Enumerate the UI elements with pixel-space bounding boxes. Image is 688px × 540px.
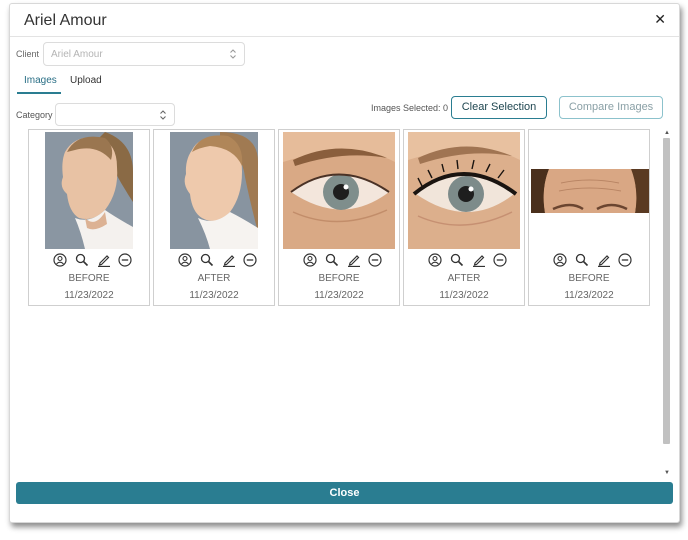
modal-header: Ariel Amour ✕ — [10, 4, 679, 37]
magnifier-icon[interactable] — [575, 253, 589, 267]
image-card[interactable]: BEFORE 11/23/2022 — [28, 129, 150, 306]
select-arrows-icon — [160, 110, 166, 120]
card-type-label: BEFORE — [68, 273, 110, 284]
minus-circle-icon[interactable] — [618, 253, 632, 267]
card-actions — [279, 253, 399, 267]
tab-images[interactable]: Images — [24, 75, 57, 86]
card-date: 11/23/2022 — [564, 290, 614, 301]
patient-photo[interactable] — [531, 169, 649, 213]
card-type-label: BEFORE — [318, 273, 360, 284]
scroll-thumb[interactable] — [663, 138, 670, 444]
user-circle-icon[interactable] — [553, 253, 567, 267]
pencil-icon[interactable] — [97, 253, 111, 267]
user-circle-icon[interactable] — [178, 253, 192, 267]
card-actions — [154, 253, 274, 267]
card-type-label: AFTER — [447, 273, 481, 284]
patient-photo[interactable] — [170, 132, 258, 249]
scroll-down-icon[interactable]: ▼ — [663, 469, 671, 477]
client-select[interactable]: Ariel Amour — [43, 42, 245, 66]
patient-photo[interactable] — [45, 132, 133, 249]
card-type-label: AFTER — [197, 273, 231, 284]
card-date: 11/23/2022 — [314, 290, 364, 301]
select-arrows-icon — [230, 49, 236, 59]
minus-circle-icon[interactable] — [368, 253, 382, 267]
vertical-scrollbar[interactable]: ▲ ▼ — [662, 128, 672, 478]
pencil-icon[interactable] — [472, 253, 486, 267]
minus-circle-icon[interactable] — [243, 253, 257, 267]
image-grid: BEFORE 11/23/2022 AFTER 11/23/2022 BEFOR… — [28, 128, 673, 478]
minus-circle-icon[interactable] — [118, 253, 132, 267]
magnifier-icon[interactable] — [450, 253, 464, 267]
card-date: 11/23/2022 — [439, 290, 489, 301]
category-select[interactable] — [55, 103, 175, 126]
image-card[interactable]: BEFORE 11/23/2022 — [528, 129, 650, 306]
patient-photo[interactable] — [283, 132, 395, 249]
client-select-value: Ariel Amour — [51, 49, 103, 60]
images-selected-count: Images Selected: 0 — [371, 103, 449, 113]
clear-selection-button[interactable]: Clear Selection — [451, 96, 547, 119]
card-actions — [29, 253, 149, 267]
magnifier-icon[interactable] — [75, 253, 89, 267]
image-card[interactable]: BEFORE 11/23/2022 — [278, 129, 400, 306]
image-card[interactable]: AFTER 11/23/2022 — [403, 129, 525, 306]
pencil-icon[interactable] — [597, 253, 611, 267]
image-gallery-modal: Ariel Amour ✕ Client Ariel Amour Images … — [9, 3, 680, 523]
client-label: Client — [16, 49, 40, 59]
user-circle-icon[interactable] — [303, 253, 317, 267]
card-actions — [404, 253, 524, 267]
user-circle-icon[interactable] — [428, 253, 442, 267]
tab-upload[interactable]: Upload — [70, 75, 102, 86]
pencil-icon[interactable] — [222, 253, 236, 267]
card-type-label: BEFORE — [568, 273, 610, 284]
patient-photo[interactable] — [408, 132, 520, 249]
card-date: 11/23/2022 — [64, 290, 114, 301]
pencil-icon[interactable] — [347, 253, 361, 267]
close-icon[interactable]: ✕ — [654, 11, 666, 28]
magnifier-icon[interactable] — [200, 253, 214, 267]
compare-images-button[interactable]: Compare Images — [559, 96, 663, 119]
user-circle-icon[interactable] — [53, 253, 67, 267]
minus-circle-icon[interactable] — [493, 253, 507, 267]
card-actions — [529, 253, 649, 267]
scroll-up-icon[interactable]: ▲ — [663, 129, 671, 137]
category-label: Category — [16, 110, 53, 120]
magnifier-icon[interactable] — [325, 253, 339, 267]
image-card[interactable]: AFTER 11/23/2022 — [153, 129, 275, 306]
modal-title: Ariel Amour — [24, 12, 107, 29]
card-date: 11/23/2022 — [189, 290, 239, 301]
active-tab-indicator — [17, 92, 61, 94]
close-button[interactable]: Close — [16, 482, 673, 504]
